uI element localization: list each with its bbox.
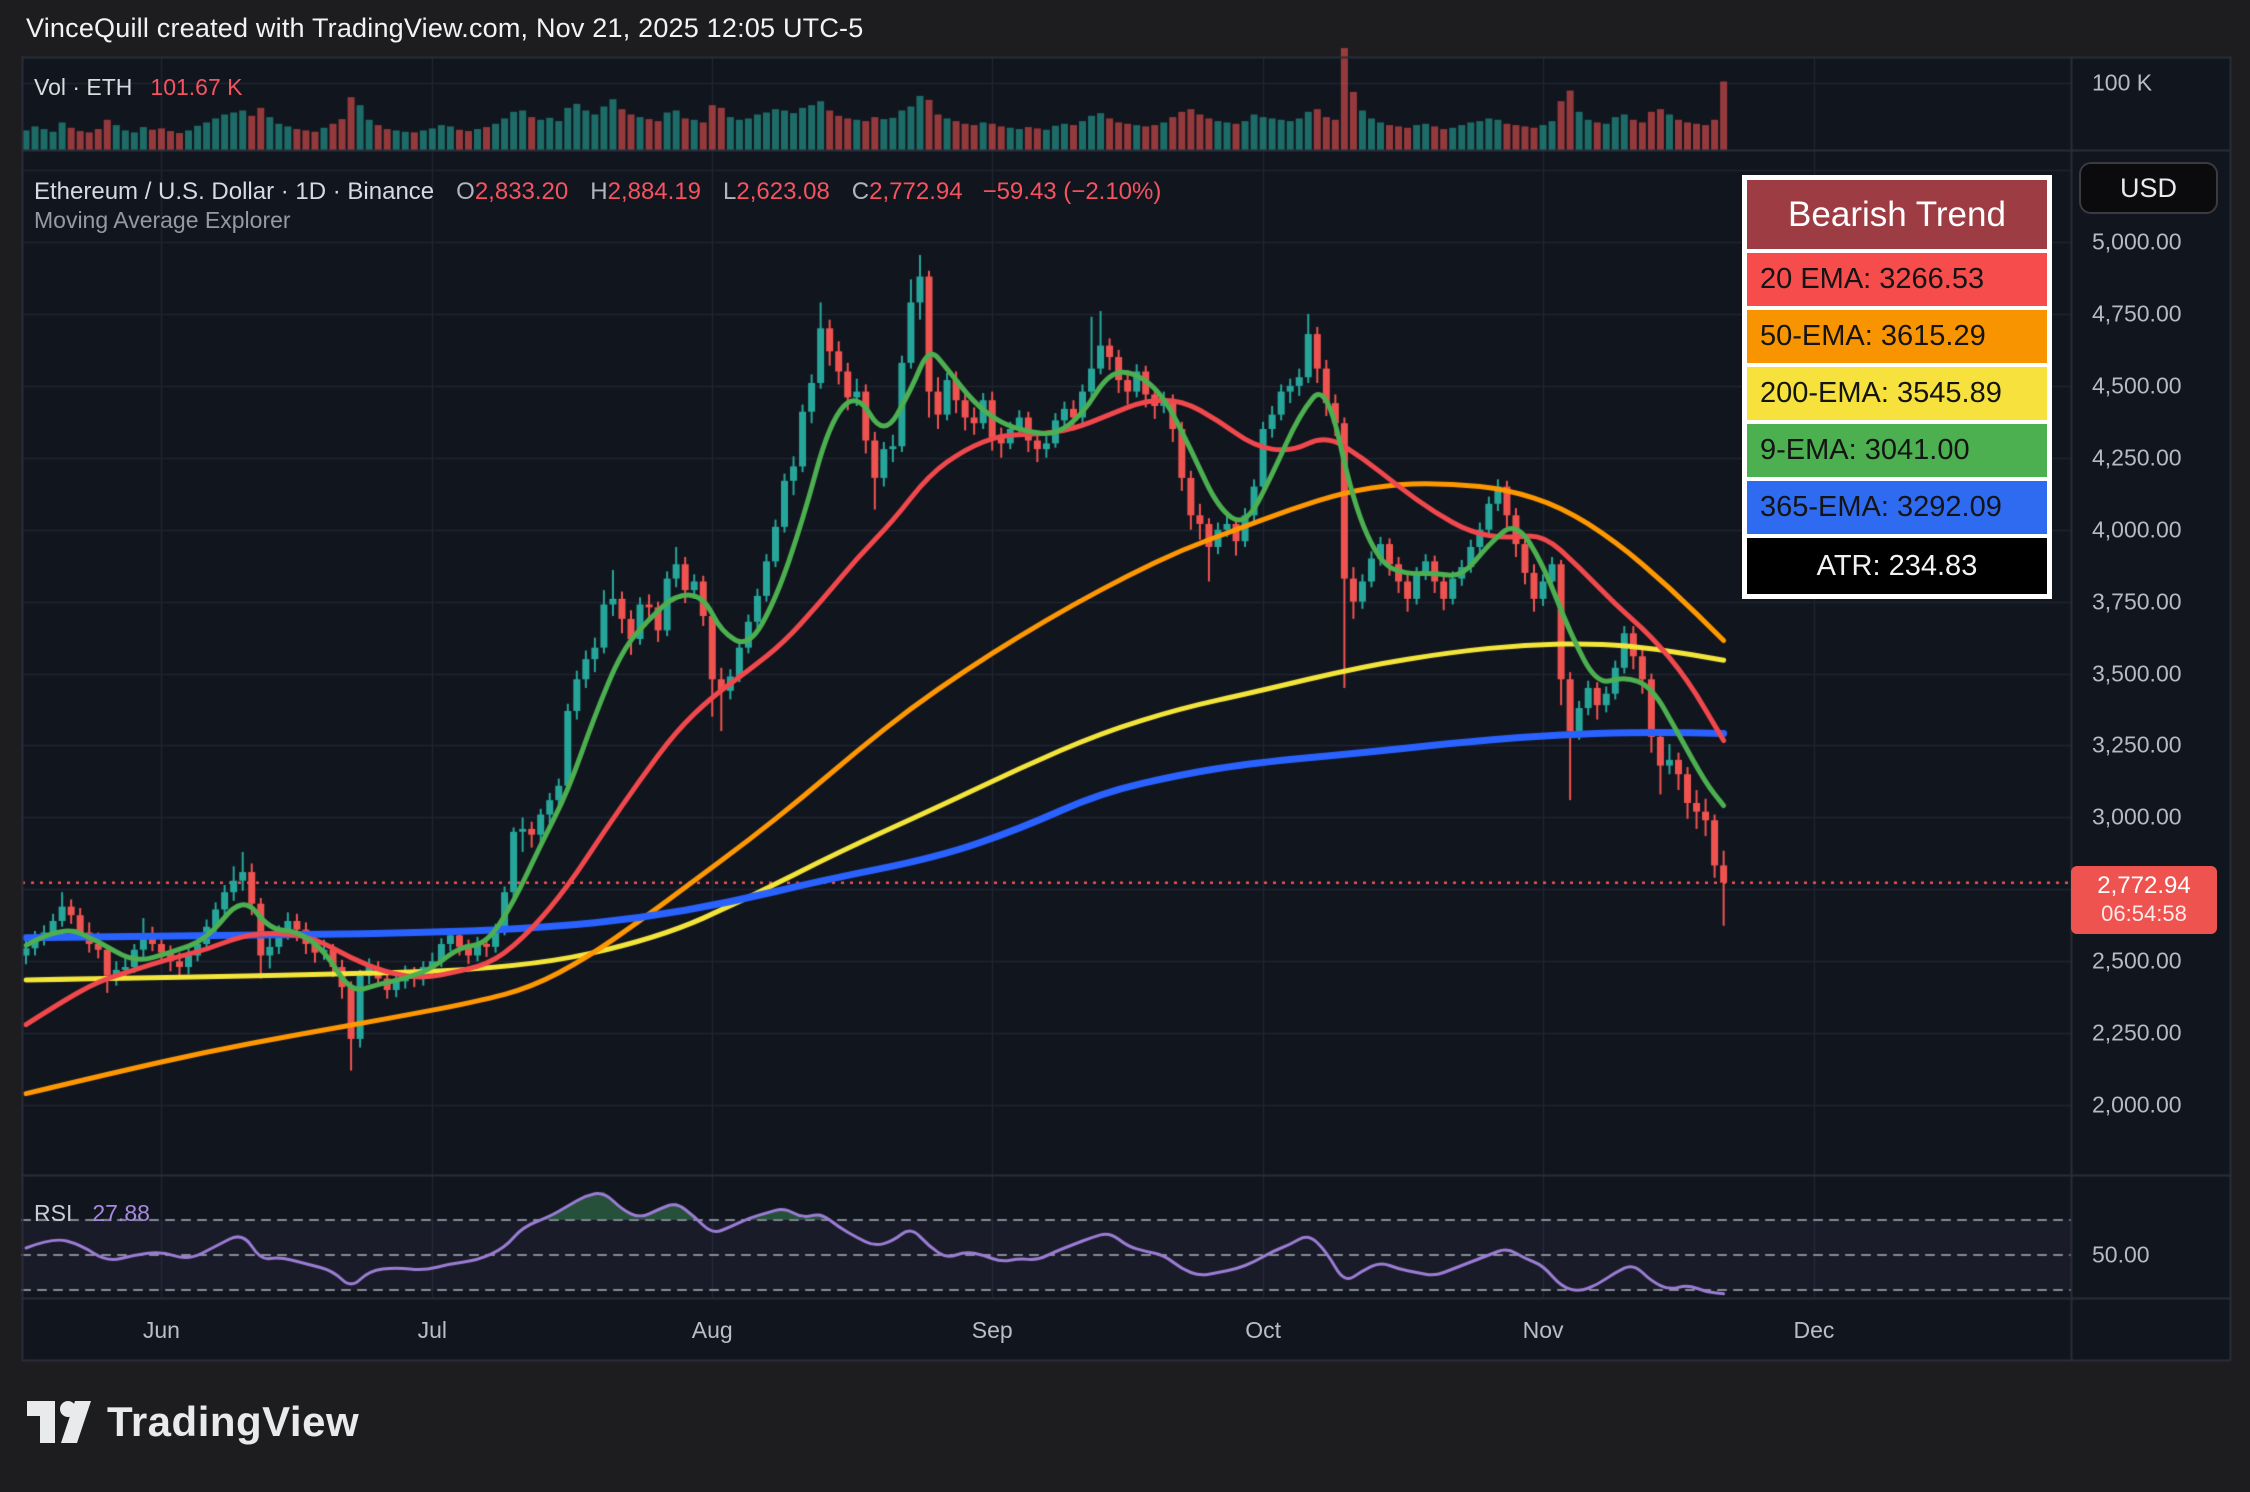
price-tick-label: 4,750.00 (2092, 300, 2182, 327)
rsi-scale-label: 50.00 (2092, 1242, 2150, 1269)
high-key: H (590, 178, 607, 205)
time-axis-month-label: Aug (692, 1317, 733, 1344)
low-value: 2,623.08 (736, 178, 829, 205)
legend-row-ema200: 200-EMA: 3545.89 (1747, 367, 2047, 420)
time-axis-month-label: Sep (972, 1317, 1013, 1344)
time-axis-month-label: Dec (1793, 1317, 1834, 1344)
symbol-title[interactable]: Ethereum / U.S. Dollar · 1D · Binance (34, 178, 434, 206)
change-value: −59.43 (−2.10%) (983, 178, 1162, 206)
trend-legend-box[interactable]: Bearish Trend 20 EMA: 3266.53 50-EMA: 36… (1742, 175, 2052, 599)
rsi-header[interactable]: RSI 27.88 (34, 1200, 150, 1227)
time-axis-month-label: Jul (418, 1317, 447, 1344)
time-axis-month-label: Jun (143, 1317, 180, 1344)
open-key: O (456, 178, 475, 205)
legend-row-ema50: 50-EMA: 3615.29 (1747, 310, 2047, 363)
legend-row-ema9: 9-EMA: 3041.00 (1747, 424, 2047, 477)
rsi-value: 27.88 (92, 1200, 150, 1227)
currency-toggle-button[interactable]: USD (2079, 162, 2218, 214)
time-axis-month-label: Nov (1523, 1317, 1564, 1344)
price-tick-label: 4,250.00 (2092, 444, 2182, 471)
price-tick-label: 3,250.00 (2092, 732, 2182, 759)
price-tick-label: 3,000.00 (2092, 804, 2182, 831)
open-value: 2,833.20 (475, 178, 568, 205)
price-tick-label: 2,250.00 (2092, 1020, 2182, 1047)
time-axis-month-label: Oct (1245, 1317, 1281, 1344)
indicator-name[interactable]: Moving Average Explorer (34, 207, 291, 234)
price-tick-label: 5,000.00 (2092, 229, 2182, 256)
last-price-badge: 2,772.94 06:54:58 (2071, 866, 2217, 934)
volume-scale-label: 100 K (2092, 70, 2152, 97)
legend-row-atr: ATR: 234.83 (1747, 538, 2047, 594)
close-key: C (852, 178, 869, 205)
tradingview-logo-icon (27, 1398, 91, 1446)
bar-countdown: 06:54:58 (2101, 901, 2187, 927)
close-value: 2,772.94 (869, 178, 962, 205)
tradingview-wordmark: TradingView (107, 1398, 359, 1446)
high-value: 2,884.19 (608, 178, 701, 205)
last-price-value: 2,772.94 (2097, 872, 2190, 901)
attribution-text: VinceQuill created with TradingView.com,… (26, 13, 863, 44)
volume-label[interactable]: Vol · ETH (34, 74, 132, 101)
tradingview-branding[interactable]: TradingView (27, 1398, 359, 1446)
low-key: L (723, 178, 736, 205)
price-tick-label: 3,750.00 (2092, 588, 2182, 615)
legend-row-ema365: 365-EMA: 3292.09 (1747, 481, 2047, 534)
volume-header[interactable]: Vol · ETH 101.67 K (34, 74, 243, 101)
rsi-label[interactable]: RSI (34, 1200, 72, 1227)
price-tick-label: 2,500.00 (2092, 948, 2182, 975)
volume-value: 101.67 K (150, 74, 242, 101)
price-tick-label: 4,000.00 (2092, 516, 2182, 543)
trend-legend-title: Bearish Trend (1747, 180, 2047, 249)
price-tick-label: 3,500.00 (2092, 660, 2182, 687)
symbol-header[interactable]: Ethereum / U.S. Dollar · 1D · Binance O2… (34, 178, 1161, 206)
legend-row-ema20: 20 EMA: 3266.53 (1747, 253, 2047, 306)
price-tick-label: 4,500.00 (2092, 372, 2182, 399)
price-tick-label: 2,000.00 (2092, 1092, 2182, 1119)
